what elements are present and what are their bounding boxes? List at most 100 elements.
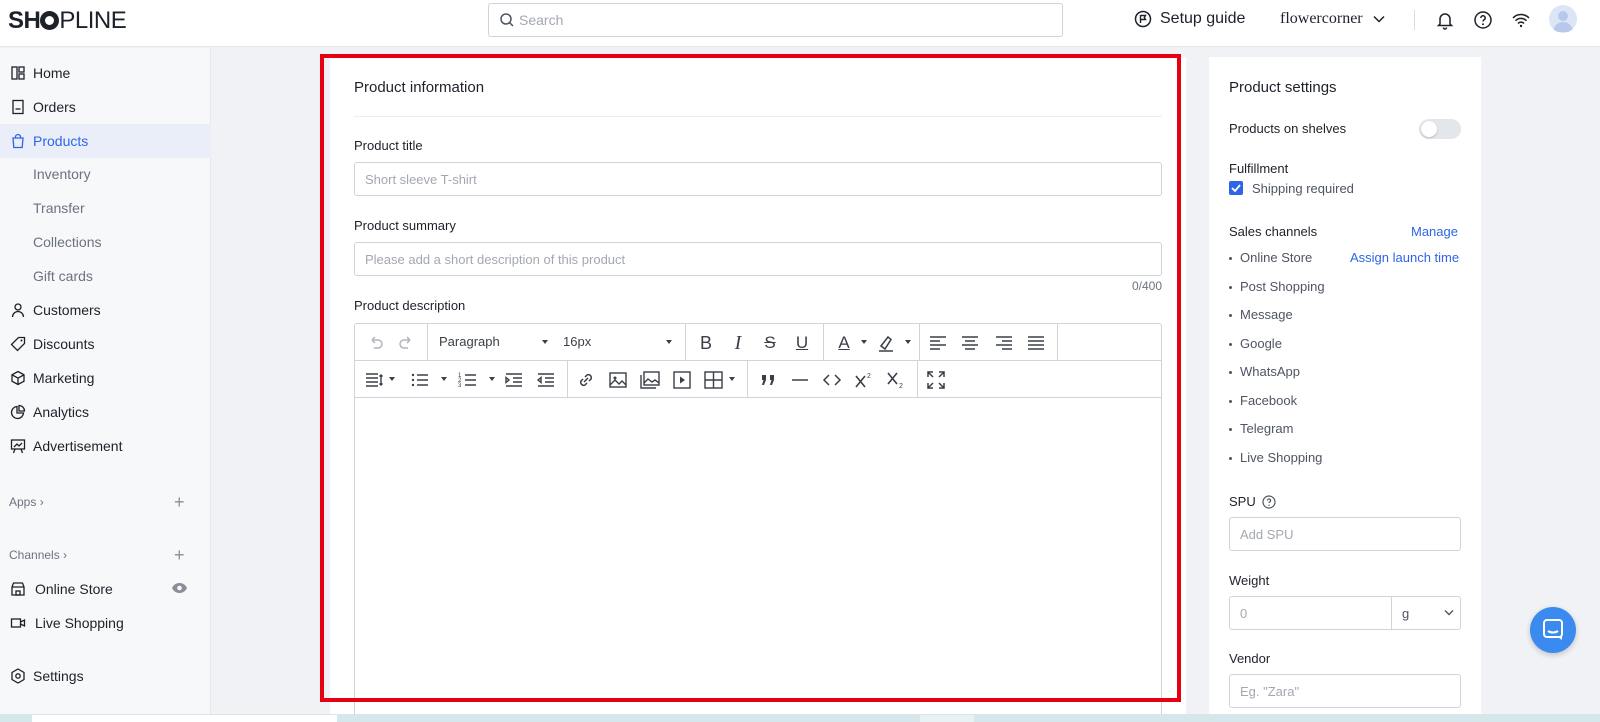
text-color-button[interactable]: A <box>833 332 855 354</box>
align-justify-icon[interactable] <box>1025 332 1047 354</box>
underline-button[interactable]: U <box>791 332 813 354</box>
avatar[interactable] <box>1549 5 1577 33</box>
sidebar: Home Orders Products Inventory Transfer … <box>0 48 211 722</box>
taskbar-window <box>32 715 337 722</box>
channel-item: Google <box>1229 336 1282 351</box>
sidebar-item-home[interactable]: Home <box>0 56 211 90</box>
toolbar-separator <box>1057 324 1058 361</box>
sidebar-subitem-gift-cards[interactable]: Gift cards <box>33 268 93 284</box>
shopline-logo[interactable]: SH PLINE <box>8 7 127 35</box>
spu-field[interactable] <box>1229 517 1461 551</box>
link-icon[interactable] <box>575 369 597 391</box>
numbered-list-icon[interactable]: 123 <box>457 369 479 391</box>
weight-field[interactable]: g <box>1229 596 1461 630</box>
quote-icon[interactable] <box>757 369 779 391</box>
search-box[interactable] <box>488 3 1063 37</box>
toolbar-separator <box>919 324 920 361</box>
product-summary-field[interactable] <box>354 242 1162 276</box>
product-title-input[interactable] <box>355 163 1161 195</box>
outdent-icon[interactable] <box>535 369 557 391</box>
bag-icon <box>12 133 24 149</box>
strikethrough-button[interactable]: S <box>759 332 781 354</box>
vendor-input[interactable] <box>1230 675 1460 707</box>
taskbar-strip <box>0 714 1600 722</box>
paragraph-select[interactable]: Paragraph <box>439 334 500 349</box>
horizontal-rule-icon[interactable] <box>789 369 811 391</box>
rich-text-editor[interactable]: Paragraph 16px B I S U A 1 2 3 2 2 <box>354 323 1162 717</box>
channel-item: Telegram <box>1229 421 1293 436</box>
manage-link[interactable]: Manage <box>1411 224 1458 239</box>
sidebar-item-advertisement[interactable]: Advertisement <box>0 429 211 463</box>
highlight-icon[interactable] <box>875 332 897 354</box>
undo-icon[interactable] <box>365 332 387 354</box>
assign-launch-time-link[interactable]: Assign launch time <box>1350 250 1459 265</box>
chat-support-button[interactable] <box>1530 607 1576 653</box>
sidebar-item-marketing[interactable]: Marketing <box>0 361 211 395</box>
store-switcher[interactable]: flowercorner <box>1280 10 1385 28</box>
bullet-list-icon[interactable] <box>409 369 431 391</box>
align-left-icon[interactable] <box>927 332 949 354</box>
user-icon <box>11 303 25 318</box>
sidebar-item-live-shopping[interactable]: Live Shopping <box>0 606 211 640</box>
on-shelves-toggle[interactable] <box>1419 119 1461 139</box>
italic-button[interactable]: I <box>727 332 749 354</box>
store-icon <box>11 582 25 596</box>
product-summary-input[interactable] <box>355 243 1161 275</box>
sidebar-item-settings[interactable]: Settings <box>0 659 211 693</box>
editor-toolbar-row-2: 123 2 2 <box>355 361 1161 398</box>
sidebar-item-orders[interactable]: Orders <box>0 90 211 124</box>
bell-icon[interactable] <box>1435 10 1455 30</box>
align-right-icon[interactable] <box>993 332 1015 354</box>
weight-unit-select[interactable]: g <box>1391 597 1461 629</box>
weight-input[interactable] <box>1230 597 1390 629</box>
fullscreen-icon[interactable] <box>925 369 947 391</box>
sidebar-item-analytics[interactable]: Analytics <box>0 395 211 429</box>
bold-button[interactable]: B <box>695 332 717 354</box>
image-icon[interactable] <box>607 369 629 391</box>
product-title-field[interactable] <box>354 162 1162 196</box>
subscript-icon[interactable]: 2 <box>885 369 907 391</box>
apps-section[interactable]: Apps › <box>9 495 44 509</box>
toolbar-separator <box>567 361 568 398</box>
table-icon[interactable] <box>703 369 725 391</box>
sidebar-item-discounts[interactable]: Discounts <box>0 327 211 361</box>
sidebar-item-online-store[interactable]: Online Store <box>0 572 211 606</box>
sidebar-item-label: Live Shopping <box>35 615 124 631</box>
font-size-select[interactable]: 16px <box>563 334 591 349</box>
help-icon[interactable] <box>1473 10 1493 30</box>
channel-item: Message <box>1229 307 1293 322</box>
code-icon[interactable] <box>821 369 843 391</box>
bullet-list-caret-icon <box>441 377 447 381</box>
superscript-icon[interactable]: 2 <box>853 369 875 391</box>
sidebar-item-products[interactable]: Products <box>0 124 211 158</box>
video-embed-icon[interactable] <box>671 369 693 391</box>
channels-section[interactable]: Channels › <box>9 548 67 562</box>
align-center-icon[interactable] <box>959 332 981 354</box>
spu-input[interactable] <box>1230 518 1460 550</box>
shipping-required-checkbox[interactable] <box>1229 181 1243 195</box>
add-app-icon[interactable]: + <box>174 493 185 511</box>
indent-icon[interactable] <box>503 369 525 391</box>
gallery-icon[interactable] <box>639 369 661 391</box>
sidebar-subitem-collections[interactable]: Collections <box>33 234 101 250</box>
editor-content-area[interactable] <box>355 399 1161 716</box>
checkmark-icon <box>1231 184 1241 193</box>
home-icon <box>11 66 25 80</box>
sidebar-item-label: Analytics <box>33 404 90 420</box>
search-icon <box>500 13 514 27</box>
setup-guide-button[interactable]: Setup guide <box>1134 10 1245 28</box>
sidebar-item-customers[interactable]: Customers <box>0 293 211 327</box>
wifi-icon[interactable] <box>1511 10 1531 30</box>
eye-icon[interactable] <box>171 582 188 594</box>
add-channel-icon[interactable]: + <box>174 546 185 564</box>
setup-guide-label: Setup guide <box>1160 10 1246 27</box>
help-icon[interactable] <box>1262 494 1276 509</box>
redo-icon[interactable] <box>395 332 417 354</box>
vendor-field[interactable] <box>1229 674 1461 708</box>
line-height-icon[interactable] <box>363 369 385 391</box>
sidebar-subitem-inventory[interactable]: Inventory <box>33 166 91 182</box>
board-icon <box>10 439 26 454</box>
search-input[interactable] <box>519 4 1039 36</box>
sidebar-subitem-transfer[interactable]: Transfer <box>33 200 85 216</box>
weight-unit-value: g <box>1402 606 1410 621</box>
